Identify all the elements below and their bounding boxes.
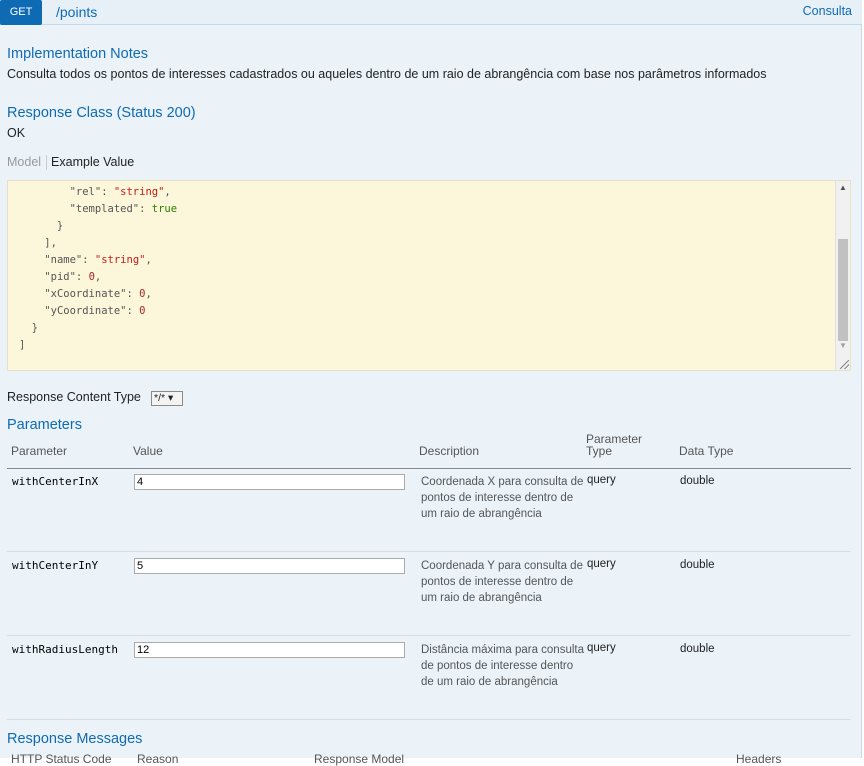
table-row: withRadiusLength Distância máxima para c… <box>7 636 851 720</box>
scrollbar-thumb[interactable] <box>838 239 848 341</box>
code-token: : <box>108 180 121 181</box>
code-token: } <box>19 220 64 232</box>
code-line: ], <box>19 235 834 252</box>
operation-header[interactable]: GET /points Consulta <box>0 0 862 25</box>
code-line: "name": "string", <box>19 252 834 269</box>
code-token: , <box>94 271 102 283</box>
code-token: "href" <box>70 180 108 181</box>
model-tabs: Model Example Value <box>7 155 134 171</box>
param-type: query <box>587 474 616 486</box>
table-row: withCenterInX Coordenada X para consulta… <box>7 468 851 552</box>
code-token: 0 <box>139 305 146 317</box>
operation-summary-link[interactable]: Consulta <box>803 4 852 18</box>
http-method-badge[interactable]: GET <box>0 0 42 25</box>
tab-model[interactable]: Model <box>7 155 48 170</box>
resize-handle-icon[interactable] <box>840 360 849 369</box>
response-messages-heading: Response Messages <box>7 731 143 747</box>
param-value-input[interactable] <box>134 474 405 490</box>
example-value-code: "href": "string", "rel": "string", "temp… <box>8 180 834 354</box>
param-name: withCenterInY <box>12 559 99 572</box>
table-row: withCenterInY Coordenada Y para consulta… <box>7 552 851 636</box>
code-token: , <box>145 288 152 300</box>
parameters-heading: Parameters <box>7 417 82 433</box>
response-class-heading: Response Class (Status 200) <box>7 105 196 121</box>
column-header-response-model: Response Model <box>314 752 405 766</box>
param-value-input[interactable] <box>134 558 405 574</box>
implementation-notes-text: Consulta todos os pontos de interesses c… <box>7 67 767 81</box>
param-description: Distância máxima para consulta de pontos… <box>421 644 584 688</box>
param-data-type: double <box>680 559 715 571</box>
code-token: "string" <box>113 186 165 198</box>
scroll-down-arrow-icon[interactable]: ▼ <box>839 341 847 350</box>
code-token: true <box>151 203 178 215</box>
response-content-type-select[interactable]: */* ▾ <box>151 391 183 406</box>
response-content-type-label: Response Content Type <box>7 390 141 404</box>
column-header-reason: Reason <box>137 752 179 766</box>
column-header-parameter-type: Parameter Type <box>586 432 643 458</box>
code-token: : <box>75 271 89 283</box>
param-data-type: double <box>680 475 715 487</box>
code-token: : <box>126 288 140 300</box>
column-header-parameter: Parameter <box>11 444 68 458</box>
code-token: ], <box>19 237 57 249</box>
code-scrollbar[interactable]: ▲ ▼ <box>835 181 850 370</box>
example-value-code-box[interactable]: "href": "string", "rel": "string", "temp… <box>7 180 851 371</box>
code-line: "pid": 0, <box>19 269 834 286</box>
param-value-input[interactable] <box>134 642 405 658</box>
code-line: "templated": true <box>19 201 834 218</box>
code-token: "xCoordinate" <box>44 288 127 300</box>
scroll-up-arrow-icon[interactable]: ▲ <box>839 183 847 192</box>
code-token: , <box>145 254 152 266</box>
code-line: ] <box>19 337 834 354</box>
code-line: } <box>19 218 834 235</box>
code-token: "templated" <box>69 203 140 215</box>
code-line: "xCoordinate": 0, <box>19 286 834 303</box>
code-token: } <box>19 322 38 334</box>
code-token: : <box>139 203 152 215</box>
code-token: : <box>82 254 95 266</box>
param-type: query <box>587 642 616 654</box>
column-header-data-type: Data Type <box>679 444 734 458</box>
code-token: "pid" <box>44 271 76 283</box>
code-token: : <box>126 305 140 317</box>
code-token: ] <box>19 339 26 351</box>
tab-example-value[interactable]: Example Value <box>47 155 134 170</box>
param-type: query <box>587 558 616 570</box>
code-line: "rel": "string", <box>19 184 834 201</box>
column-header-headers: Headers <box>736 752 782 766</box>
code-token: "string" <box>120 180 171 181</box>
code-token: "name" <box>44 254 83 266</box>
param-name: withCenterInX <box>12 475 99 488</box>
endpoint-path[interactable]: /points <box>56 4 97 20</box>
code-token: "rel" <box>69 186 102 198</box>
code-token: "yCoordinate" <box>44 305 127 317</box>
code-token: "string" <box>94 254 146 266</box>
code-line: "yCoordinate": 0 <box>19 303 834 320</box>
code-token: , <box>164 186 171 198</box>
column-header-description: Description <box>419 444 480 458</box>
response-class-text: OK <box>7 126 26 140</box>
code-token: , <box>171 180 177 181</box>
column-header-value: Value <box>133 444 163 458</box>
column-header-status-code: HTTP Status Code <box>11 752 112 766</box>
param-description: Coordenada X para consulta de pontos de … <box>421 476 584 520</box>
param-name: withRadiusLength <box>12 643 118 656</box>
code-token: : <box>101 186 114 198</box>
code-line: } <box>19 320 834 337</box>
param-data-type: double <box>680 643 715 655</box>
implementation-notes-heading: Implementation Notes <box>7 46 149 62</box>
operation-panel: GET /points Consulta Implementation Note… <box>0 0 862 766</box>
param-description: Coordenada Y para consulta de pontos de … <box>421 560 583 604</box>
